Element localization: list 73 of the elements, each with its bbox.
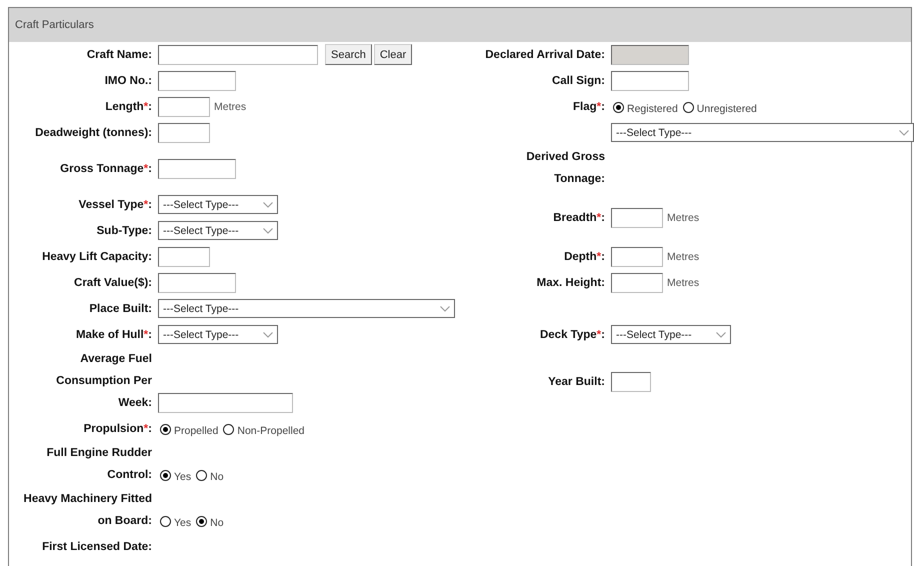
option-label: Unregistered <box>696 102 757 114</box>
dropdown[interactable]: ---Select Type--- <box>611 123 914 142</box>
option-label: No <box>210 470 224 482</box>
field-label: Vessel Type*: <box>78 198 153 213</box>
input-field[interactable] <box>611 273 663 293</box>
input-field[interactable] <box>158 71 236 91</box>
field-label: First Licensed Date: <box>41 540 153 555</box>
field-label: Craft Name: <box>86 48 153 63</box>
field-label: Propulsion*: <box>82 422 153 437</box>
radio-button[interactable] <box>223 424 234 434</box>
section-title: Craft Particulars <box>15 19 94 31</box>
radio-button[interactable] <box>682 102 694 112</box>
option-label: No <box>210 516 224 528</box>
field-label: Depth*: <box>563 250 606 265</box>
radio-button[interactable] <box>613 102 624 112</box>
field-label: Heavy Lift Capacity: <box>41 250 153 265</box>
field-label: Make of Hull*: <box>74 328 153 343</box>
input-field[interactable] <box>611 372 651 392</box>
field-label: Declared Arrival Date: <box>484 48 606 63</box>
input-field[interactable] <box>158 273 236 293</box>
form-button[interactable]: Search <box>325 44 372 65</box>
unit-label: Metres <box>214 100 246 115</box>
input-field[interactable] <box>158 123 210 143</box>
radio-button[interactable] <box>160 424 171 434</box>
option-label: Yes <box>174 470 192 482</box>
chevron-down-icon <box>263 332 273 338</box>
field-label: Sub-Type: <box>96 224 153 239</box>
input-field[interactable] <box>158 45 318 65</box>
option-label: Yes <box>174 516 192 528</box>
unit-label: Metres <box>667 276 700 291</box>
option-label: Non-Propelled <box>237 424 304 436</box>
input-field[interactable] <box>158 97 210 117</box>
field-label: Max. Height: <box>536 276 606 291</box>
field-label: Average Fuel Consumption Per Week: <box>55 352 153 411</box>
unit-label: Metres <box>667 211 700 226</box>
dropdown[interactable]: ---Select Type--- <box>158 299 455 318</box>
field-label: Flag*: <box>572 100 606 115</box>
chevron-down-icon <box>899 130 909 136</box>
chevron-down-icon <box>263 202 273 208</box>
dropdown[interactable]: ---Select Type--- <box>158 195 278 214</box>
input-field[interactable] <box>158 159 236 179</box>
field-label: IMO No.: <box>104 74 153 89</box>
dropdown[interactable]: ---Select Type--- <box>158 325 278 344</box>
field-label: Derived Gross Tonnage: <box>525 150 606 187</box>
field-label: Heavy Machinery Fitted on Board: <box>22 492 153 529</box>
chevron-down-icon <box>716 332 726 338</box>
field-label: Gross Tonnage*: <box>59 162 153 177</box>
field-label: Place Built: <box>88 302 153 317</box>
input-field[interactable] <box>158 247 210 267</box>
radio-button[interactable] <box>196 470 208 480</box>
field-label: Craft Value($): <box>73 276 153 291</box>
input-field[interactable] <box>611 71 689 91</box>
chevron-down-icon <box>440 306 450 312</box>
option-label: Propelled <box>174 424 218 436</box>
unit-label: Metres <box>667 250 700 265</box>
field-label: Breadth*: <box>552 211 606 226</box>
field-label: Call Sign: <box>550 74 606 89</box>
form-button[interactable]: Clear <box>374 44 412 65</box>
dropdown[interactable]: ---Select Type--- <box>611 325 731 344</box>
field-label: Year Built: <box>547 375 606 390</box>
input-field[interactable] <box>611 208 663 228</box>
input-field[interactable] <box>158 393 293 413</box>
field-label: Deadweight (tonnes): <box>34 126 153 141</box>
radio-button[interactable] <box>160 470 171 480</box>
dropdown[interactable]: ---Select Type--- <box>158 221 278 240</box>
radio-button[interactable] <box>196 516 208 526</box>
field-label: Length*: <box>104 100 153 115</box>
chevron-down-icon <box>263 228 273 234</box>
field-label: Deck Type*: <box>538 328 606 343</box>
radio-button[interactable] <box>160 516 171 526</box>
input-field[interactable] <box>611 247 663 267</box>
field-label: Full Engine Rudder Control: <box>46 446 153 483</box>
option-label: Registered <box>627 102 678 114</box>
